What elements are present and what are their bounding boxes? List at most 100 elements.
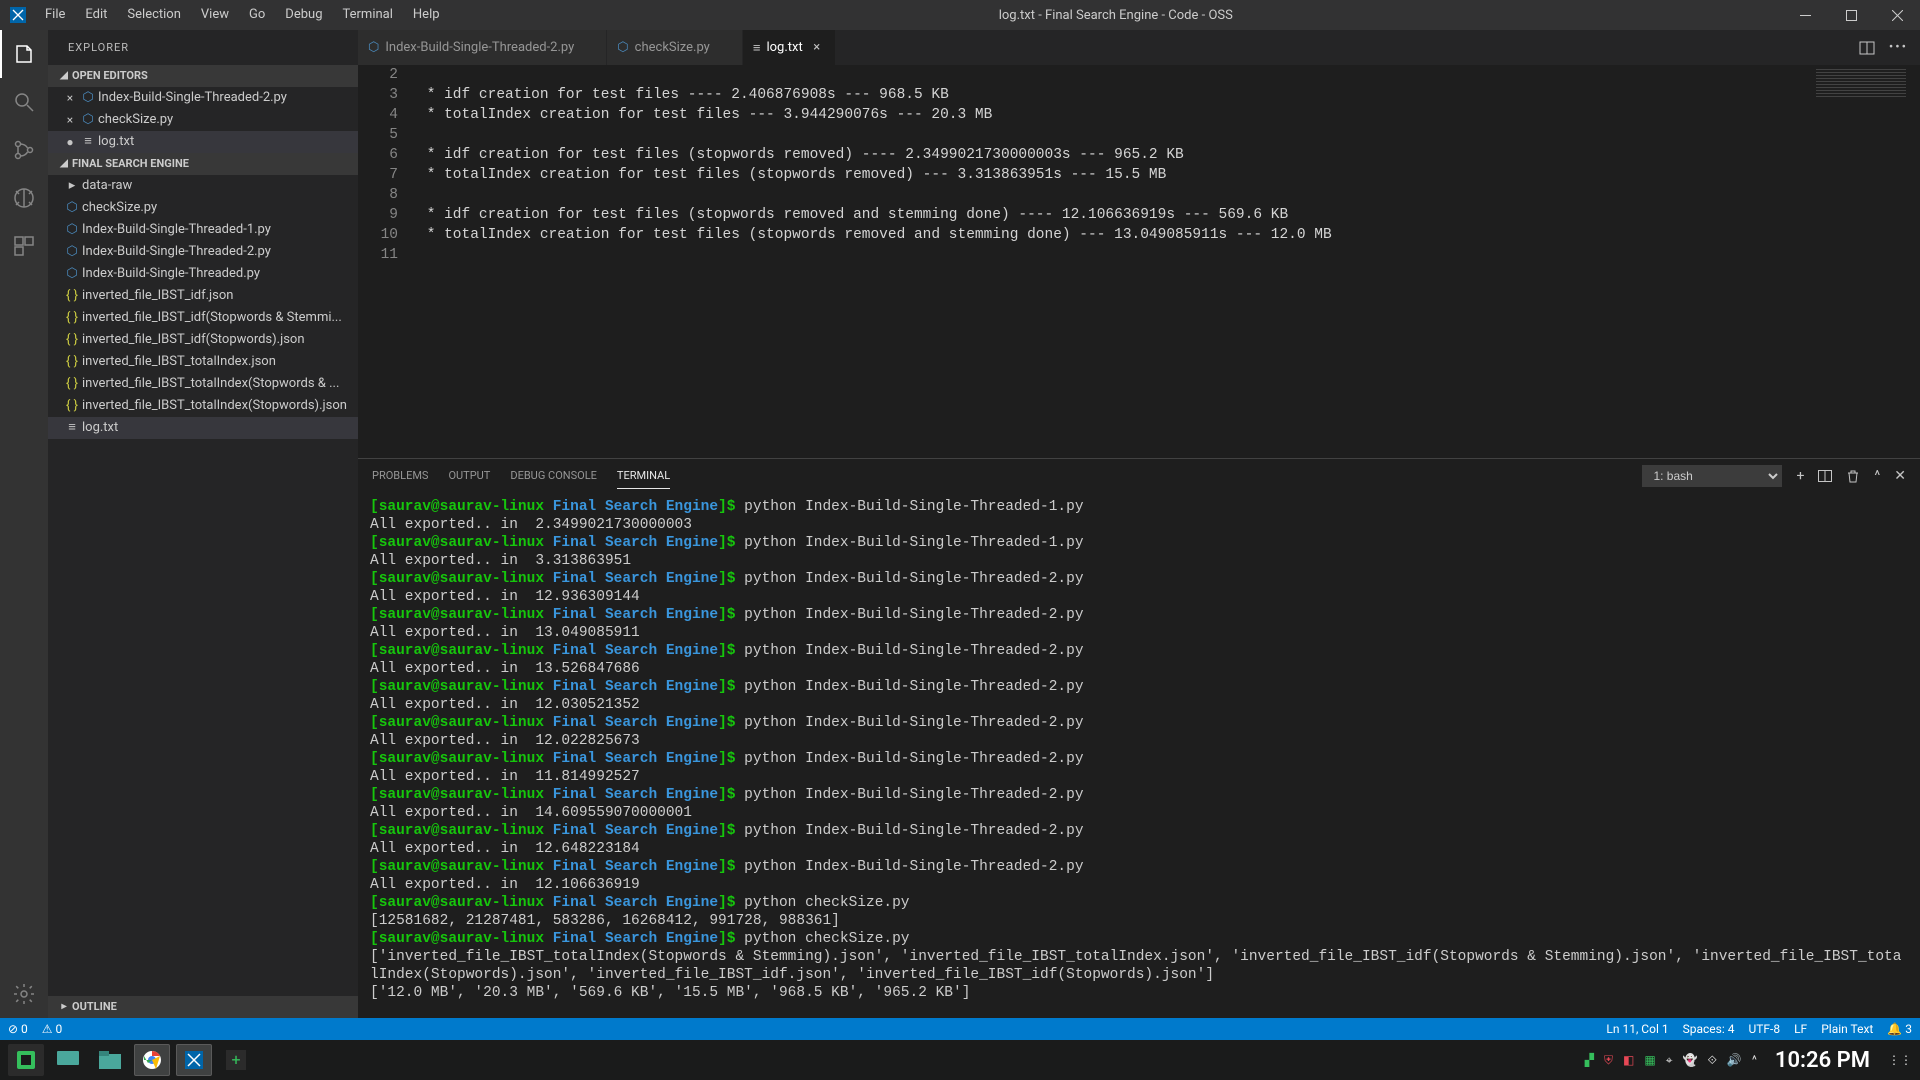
status-errors[interactable]: ⊘ 0 — [8, 1022, 28, 1036]
tray-grid-icon[interactable]: ▦ — [1644, 1053, 1655, 1067]
outline-section[interactable]: ▸ OUTLINE — [48, 996, 358, 1018]
new-terminal-icon[interactable]: + — [1796, 468, 1804, 484]
tray-bluetooth-icon[interactable]: ⌖ — [1666, 1053, 1673, 1068]
start-menu-icon[interactable] — [8, 1044, 44, 1076]
editor-tab[interactable]: ≡log.txt× — [743, 30, 836, 65]
tray-network-icon[interactable]: ⟐ — [1707, 1053, 1716, 1068]
file-label: log.txt — [82, 417, 118, 439]
menu-file[interactable]: File — [35, 0, 75, 30]
close-icon[interactable]: × — [62, 87, 78, 109]
tab-bar: ⬡Index-Build-Single-Threaded-2.py×⬡check… — [358, 30, 1920, 65]
chevron-down-icon: ◢ — [56, 65, 72, 87]
tray-menu-icon[interactable]: ⋮⋮ — [1888, 1053, 1912, 1067]
editor-content[interactable]: 234567891011 * idf creation for test fil… — [358, 65, 1920, 458]
dirty-indicator-icon[interactable]: ● — [62, 131, 78, 153]
file-tree-item[interactable]: ⬡Index-Build-Single-Threaded-2.py — [48, 241, 358, 263]
add-workspace-icon[interactable]: + — [218, 1044, 254, 1076]
split-editor-icon[interactable] — [1859, 40, 1875, 56]
editor-tab[interactable]: ⬡checkSize.py× — [607, 30, 743, 65]
chevron-down-icon: ◢ — [56, 153, 72, 175]
python-icon: ⬡ — [617, 40, 628, 55]
file-tree-item[interactable]: { }inverted_file_IBST_totalIndex.json — [48, 351, 358, 373]
terminal-body[interactable]: [saurav@saurav-linux Final Search Engine… — [358, 492, 1920, 1018]
file-tree-item[interactable]: { }inverted_file_IBST_idf(Stopwords & St… — [48, 307, 358, 329]
menu-edit[interactable]: Edit — [75, 0, 117, 30]
minimap[interactable] — [1816, 69, 1906, 99]
chrome-icon[interactable] — [134, 1044, 170, 1076]
file-label: data-raw — [82, 175, 132, 197]
open-editor-item[interactable]: ×⬡Index-Build-Single-Threaded-2.py — [48, 87, 358, 109]
status-eol[interactable]: LF — [1794, 1022, 1807, 1036]
minimize-button[interactable] — [1782, 0, 1828, 30]
file-tree-item[interactable]: ⬡Index-Build-Single-Threaded.py — [48, 263, 358, 285]
file-tree-item[interactable]: ▸data-raw — [48, 175, 358, 197]
status-warnings[interactable]: ⚠ 0 — [42, 1022, 62, 1036]
python-icon: ⬡ — [78, 87, 98, 109]
tray-shield-icon[interactable]: ⛨ — [1604, 1053, 1613, 1068]
source-control-icon[interactable] — [0, 126, 48, 174]
open-editors-label: OPEN EDITORS — [72, 65, 148, 87]
status-cursor[interactable]: Ln 11, Col 1 — [1606, 1022, 1668, 1036]
file-tree-item[interactable]: { }inverted_file_IBST_idf.json — [48, 285, 358, 307]
menu-help[interactable]: Help — [403, 0, 450, 30]
status-language[interactable]: Plain Text — [1821, 1022, 1873, 1036]
file-tree-item[interactable]: { }inverted_file_IBST_totalIndex(Stopwor… — [48, 395, 358, 417]
panel-tab-output[interactable]: OUTPUT — [448, 463, 490, 489]
close-icon[interactable]: × — [62, 109, 78, 131]
python-icon: ⬡ — [62, 241, 82, 263]
file-tree-item[interactable]: ⬡checkSize.py — [48, 197, 358, 219]
tray-manjaro-icon[interactable]: ▞ — [1585, 1053, 1594, 1067]
status-encoding[interactable]: UTF-8 — [1748, 1022, 1780, 1036]
menu-selection[interactable]: Selection — [117, 0, 190, 30]
file-label: inverted_file_IBST_idf(Stopwords).json — [82, 329, 305, 351]
line-gutter: 234567891011 — [358, 65, 418, 458]
panel-tab-debug-console[interactable]: DEBUG CONSOLE — [510, 463, 597, 489]
file-manager-icon[interactable] — [92, 1044, 128, 1076]
close-panel-icon[interactable]: ✕ — [1894, 468, 1906, 484]
code-body[interactable]: * idf creation for test files ---- 2.406… — [418, 65, 1920, 458]
menu-debug[interactable]: Debug — [275, 0, 332, 30]
menu-terminal[interactable]: Terminal — [333, 0, 403, 30]
extensions-icon[interactable] — [0, 222, 48, 270]
split-terminal-icon[interactable] — [1818, 469, 1832, 483]
close-icon[interactable]: × — [809, 40, 825, 55]
file-tree-item[interactable]: ⬡Index-Build-Single-Threaded-1.py — [48, 219, 358, 241]
clock[interactable]: 10:26 PM — [1767, 1048, 1878, 1073]
menu-go[interactable]: Go — [239, 0, 275, 30]
file-tree-item[interactable]: { }inverted_file_IBST_idf(Stopwords).jso… — [48, 329, 358, 351]
panel-tab-problems[interactable]: PROBLEMS — [372, 463, 428, 489]
maximize-panel-icon[interactable]: ^ — [1874, 468, 1880, 484]
tray-update-icon[interactable]: ◧ — [1623, 1053, 1634, 1067]
editor-tab[interactable]: ⬡Index-Build-Single-Threaded-2.py× — [358, 30, 607, 65]
debug-icon[interactable] — [0, 174, 48, 222]
tray-chevron-icon[interactable]: ^ — [1752, 1053, 1757, 1067]
file-label: inverted_file_IBST_totalIndex.json — [82, 351, 276, 373]
project-section[interactable]: ◢ FINAL SEARCH ENGINE — [48, 153, 358, 175]
json-icon: { } — [62, 285, 82, 307]
desktop-icon[interactable] — [50, 1044, 86, 1076]
kill-terminal-icon[interactable] — [1846, 469, 1860, 483]
open-editor-item[interactable]: ●≡log.txt — [48, 131, 358, 153]
menu-view[interactable]: View — [191, 0, 239, 30]
tray-ghost-icon[interactable]: 👻 — [1683, 1053, 1698, 1067]
tray-volume-icon[interactable]: 🔊 — [1727, 1053, 1742, 1067]
terminal-selector[interactable]: 1: bash — [1642, 465, 1782, 487]
project-label: FINAL SEARCH ENGINE — [72, 153, 189, 175]
close-button[interactable] — [1874, 0, 1920, 30]
vscode-icon[interactable] — [176, 1044, 212, 1076]
more-actions-icon[interactable]: ••• — [1889, 40, 1908, 55]
panel-tab-terminal[interactable]: TERMINAL — [617, 463, 670, 489]
settings-icon[interactable] — [0, 970, 48, 1018]
explorer-icon[interactable] — [0, 30, 48, 78]
file-tree-item[interactable]: { }inverted_file_IBST_totalIndex(Stopwor… — [48, 373, 358, 395]
search-icon[interactable] — [0, 78, 48, 126]
open-editor-item[interactable]: ×⬡checkSize.py — [48, 109, 358, 131]
json-icon: { } — [62, 307, 82, 329]
file-label: inverted_file_IBST_totalIndex(Stopwords)… — [82, 395, 347, 417]
open-editors-section[interactable]: ◢ OPEN EDITORS — [48, 65, 358, 87]
status-notifications[interactable]: 🔔 3 — [1887, 1022, 1912, 1036]
status-spaces[interactable]: Spaces: 4 — [1683, 1022, 1735, 1036]
text-icon: ≡ — [753, 40, 761, 56]
maximize-button[interactable] — [1828, 0, 1874, 30]
file-tree-item[interactable]: ≡log.txt — [48, 417, 358, 439]
